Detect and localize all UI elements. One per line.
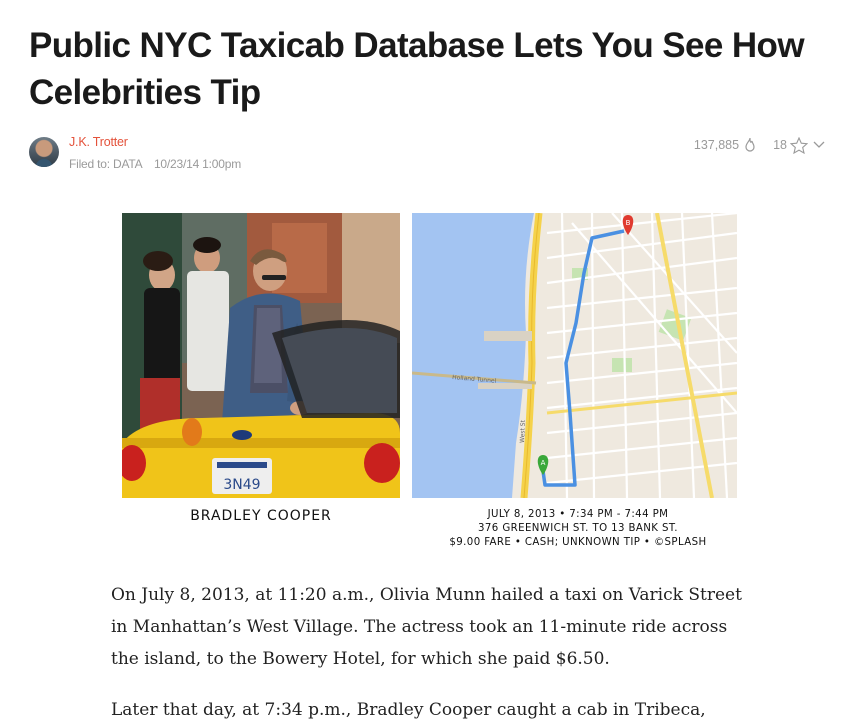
flame-icon [745, 137, 755, 152]
map-caption: JULY 8, 2013 • 7:34 PM - 7:44 PM 376 GRE… [412, 508, 744, 550]
article-stats: 137,885 18 [694, 135, 826, 155]
category-link[interactable]: DATA [113, 157, 142, 171]
author-avatar[interactable] [29, 137, 59, 167]
filed-to: Filed to: DATA 10/23/14 1:00pm [69, 157, 241, 171]
start-marker-label: A [541, 459, 546, 467]
body-paragraph: Later that day, at 7:34 p.m., Bradley Co… [111, 700, 706, 720]
star-icon[interactable] [790, 136, 808, 154]
article-headline: Public NYC Taxicab Database Lets You See… [29, 26, 805, 112]
body-paragraph: On July 8, 2013, at 11:20 a.m., Olivia M… [111, 585, 742, 669]
end-marker-label: B [626, 219, 631, 227]
like-count: 18 [773, 138, 787, 152]
filed-label: Filed to: [69, 157, 110, 171]
map-caption-line: $9.00 FARE • CASH; UNKNOWN TIP • ©SPLASH [449, 537, 707, 548]
chevron-down-icon[interactable] [812, 139, 826, 151]
photo-caption: BRADLEY COOPER [190, 508, 332, 524]
bradley-cooper-photo: 3N49 [122, 213, 400, 498]
license-plate-text: 3N49 [223, 477, 260, 493]
view-count: 137,885 [693, 138, 740, 152]
author-link[interactable]: J.K. Trotter [69, 135, 128, 149]
map-caption-line: JULY 8, 2013 • 7:34 PM - 7:44 PM [487, 509, 669, 520]
publish-date: 10/23/14 1:00pm [153, 157, 242, 171]
byline: J.K. Trotter Filed to: DATA 10/23/14 1:0… [29, 135, 829, 171]
route-map[interactable]: Holland Tunnel A B West St [412, 213, 737, 498]
west-st-label: West St [519, 419, 527, 443]
map-caption-line: 376 GREENWICH ST. TO 13 BANK ST. [478, 523, 678, 534]
map-illustration: Holland Tunnel A B West St [412, 213, 737, 498]
photo-illustration: 3N49 [122, 213, 400, 498]
